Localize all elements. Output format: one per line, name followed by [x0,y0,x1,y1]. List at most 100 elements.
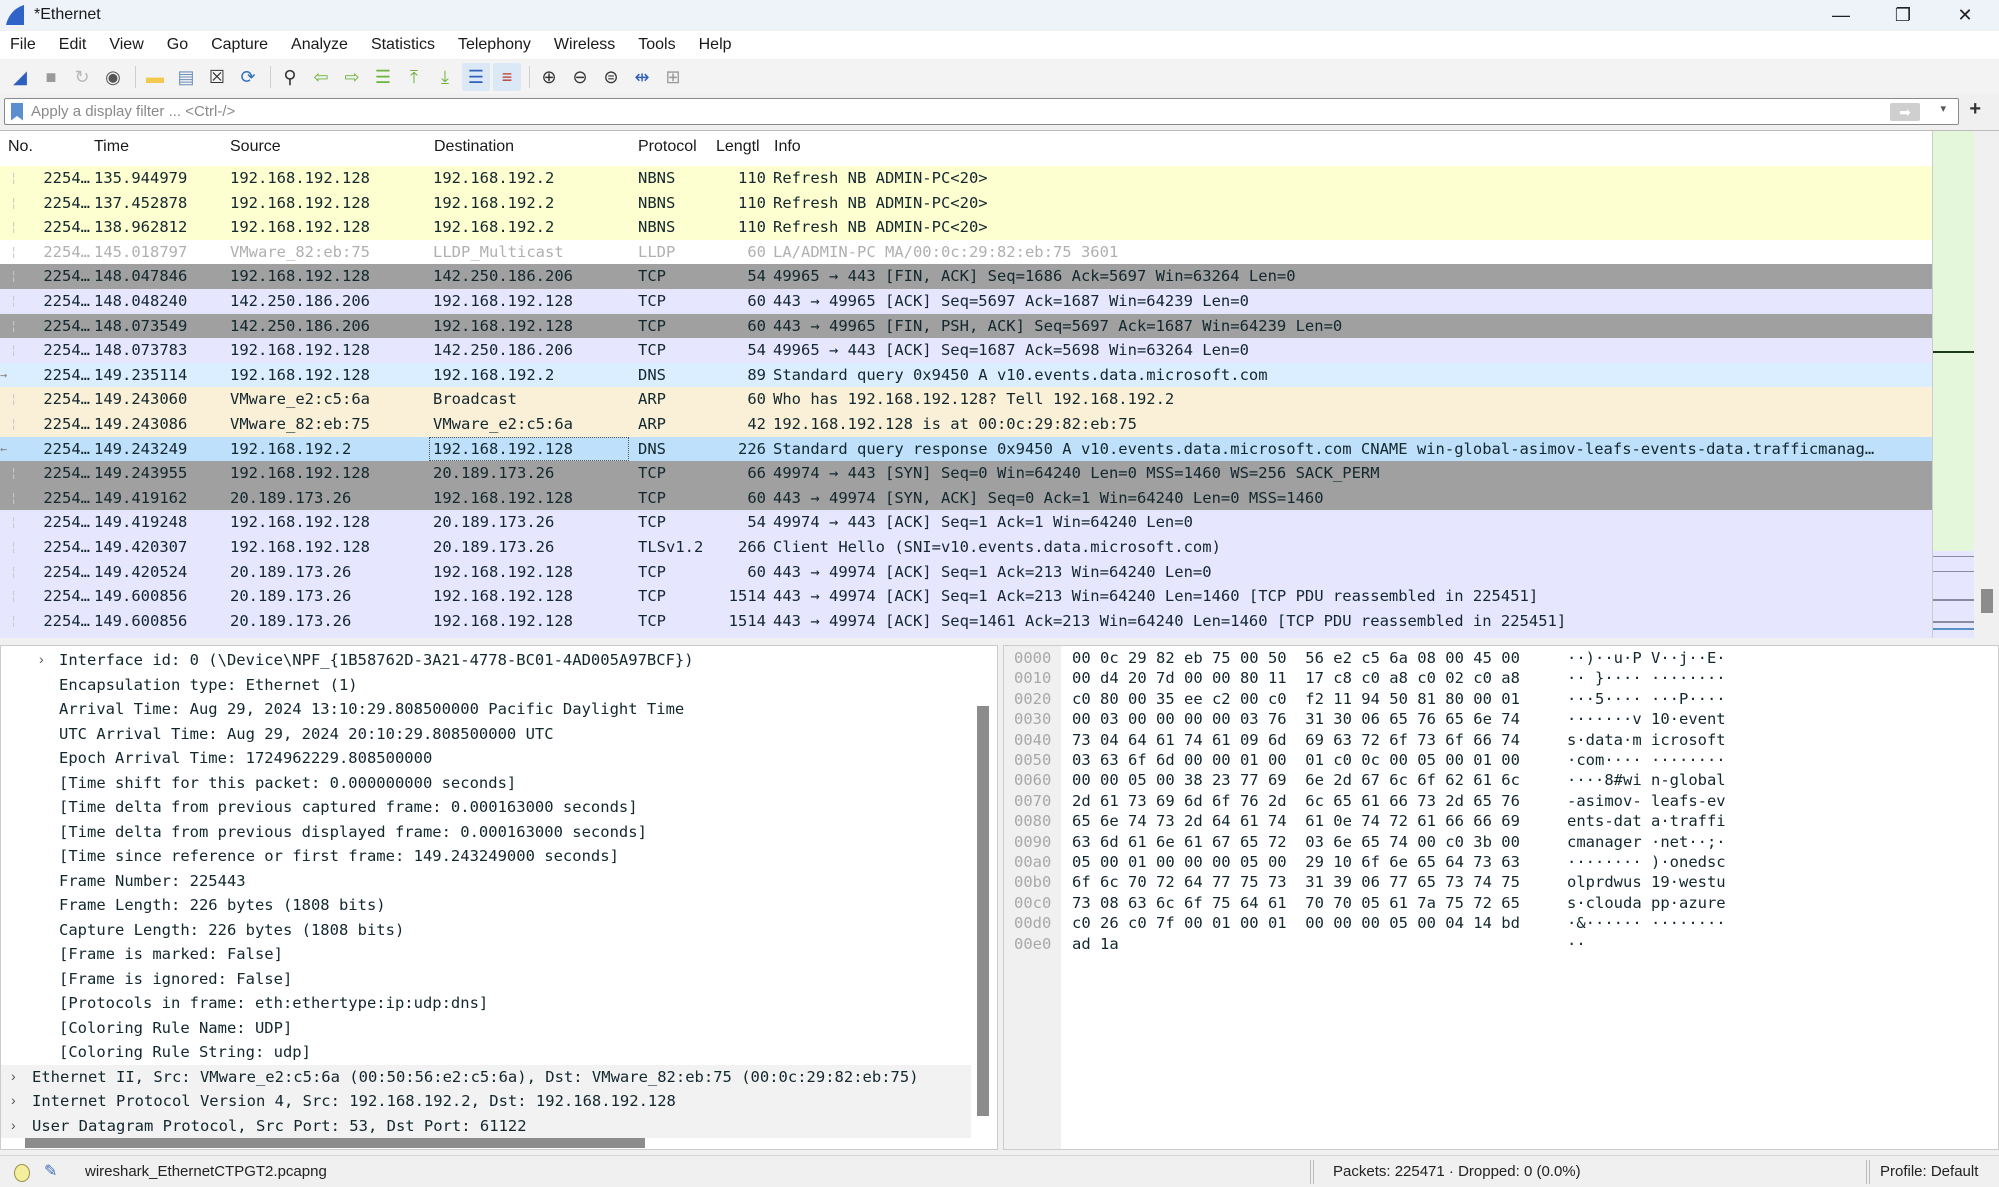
profile-status[interactable]: Profile: Default [1880,1163,1978,1180]
hex-bytes[interactable]: 05 00 01 00 00 00 05 00 29 10 6f 6e 65 6… [1072,852,1520,872]
hex-bytes[interactable]: 6f 6c 70 72 64 77 75 73 31 39 06 77 65 7… [1072,872,1520,892]
detail-field[interactable]: [Time delta from previous captured frame… [59,795,638,820]
hex-ascii[interactable]: ents-dat a·traffi [1567,811,1726,831]
column-header-destination[interactable]: Destination [434,138,514,156]
column-header-length[interactable]: Lengtl [716,138,760,156]
column-header-info[interactable]: Info [774,138,801,156]
protocol-tree-item[interactable]: Internet Protocol Version 4, Src: 192.16… [1,1089,971,1114]
detail-field[interactable]: Arrival Time: Aug 29, 2024 13:10:29.8085… [59,697,684,722]
hex-ascii[interactable]: s·data·m icrosoft [1567,730,1726,750]
hex-bytes[interactable]: 00 03 00 00 00 00 03 76 31 30 06 65 76 6… [1072,709,1520,729]
detail-field[interactable]: UTC Arrival Time: Aug 29, 2024 20:10:29.… [59,722,554,747]
expand-chevron-icon[interactable]: › [11,1117,16,1133]
hex-ascii[interactable]: -asimov- leafs-ev [1567,791,1726,811]
close-button[interactable]: ✕ [1934,0,1996,30]
hex-ascii[interactable]: ·······v 10·event [1567,709,1726,729]
expand-chevron-icon[interactable]: › [11,1092,16,1108]
packet-row[interactable]: 2254… 148.073549 142.250.186.206 192.168.19… [0,313,1932,339]
detail-field[interactable]: Interface id: 0 (\Device\NPF_{1B58762D-3… [59,648,694,673]
find-packet-button[interactable]: ⚲ [276,63,304,91]
hex-ascii[interactable]: ·· [1567,934,1586,954]
display-filter-input[interactable] [31,103,1831,120]
menu-statistics[interactable]: Statistics [371,36,435,54]
layout-button[interactable]: ⊞ [659,63,687,91]
hex-ascii[interactable]: ·com···· ········ [1567,750,1726,770]
bookmark-icon[interactable] [11,102,23,121]
hex-bytes[interactable]: 00 00 05 00 38 23 77 69 6e 2d 67 6c 6f 6… [1072,770,1520,790]
minimize-button[interactable]: — [1810,0,1872,30]
start-capture-button[interactable]: ◢ [6,63,34,91]
normal-size-button[interactable]: ⊜ [597,63,625,91]
hex-bytes[interactable]: 03 63 6f 6d 00 00 01 00 01 c0 0c 00 05 0… [1072,750,1520,770]
hex-bytes[interactable]: 00 0c 29 82 eb 75 00 50 56 e2 c5 6a 08 0… [1072,648,1520,668]
hex-bytes[interactable]: c0 80 00 35 ee c2 00 c0 f2 11 94 50 81 8… [1072,689,1520,709]
hex-bytes[interactable]: 73 08 63 6c 6f 75 64 61 70 70 05 61 7a 7… [1072,893,1520,913]
menu-telephony[interactable]: Telephony [458,36,531,54]
packet-row[interactable]: 2254… 148.047846 192.168.192.128 142.250.18… [0,264,1932,289]
restart-capture-button[interactable]: ↻ [68,63,96,91]
packet-row[interactable]: 2254… 135.944979 192.168.192.128 192.168.19… [0,166,1932,191]
detail-field[interactable]: [Protocols in frame: eth:ethertype:ip:ud… [59,991,488,1016]
packet-row[interactable]: 2254…149.60085620.189.173.26192.168.192.… [0,633,1932,638]
packet-row[interactable]: 2254…149.60085620.189.173.26192.168.192.… [0,584,1932,609]
details-vertical-scrollbar[interactable] [977,706,989,1116]
autoscroll-button[interactable]: ☰ [462,63,490,91]
hex-bytes[interactable]: 63 6d 61 6e 61 67 65 72 03 6e 65 74 00 c… [1072,832,1520,852]
protocol-tree-item[interactable]: User Datagram Protocol, Src Port: 53, Ds… [1,1113,971,1138]
packet-row[interactable]: 2254… 149.419248 192.168.192.128 20.189.173… [0,510,1932,535]
stop-capture-button[interactable]: ■ [37,63,65,91]
add-filter-button-button[interactable]: + [1969,98,1981,121]
expert-info-indicator-icon[interactable] [14,1164,30,1182]
column-header-time[interactable]: Time [94,138,129,156]
close-file-button[interactable]: ☒ [203,63,231,91]
go-to-packet-button[interactable]: ☰ [369,63,397,91]
packet-row[interactable]: 2254… 149.419162 20.189.173.26 192.168.192.… [0,485,1932,511]
column-header-no[interactable]: No. [8,138,33,156]
expand-chevron-icon[interactable]: › [11,1068,16,1084]
menu-wireless[interactable]: Wireless [554,36,615,54]
save-file-button[interactable]: ▤ [172,63,200,91]
detail-field[interactable]: [Time since reference or first frame: 14… [59,844,619,869]
detail-field[interactable]: [Coloring Rule Name: UDP] [59,1016,292,1041]
capture-options-button[interactable]: ◉ [99,63,127,91]
details-horizontal-scrollbar[interactable] [25,1137,645,1148]
hex-bytes[interactable]: 73 04 64 61 74 61 09 6d 69 63 72 6f 73 6… [1072,730,1520,750]
menu-go[interactable]: Go [167,36,188,54]
menu-edit[interactable]: Edit [59,36,87,54]
detail-field[interactable]: Frame Length: 226 bytes (1808 bits) [59,893,386,918]
detail-field[interactable]: [Frame is ignored: False] [59,967,292,992]
detail-field[interactable]: Encapsulation type: Ethernet (1) [59,673,358,698]
last-packet-button[interactable]: ⤓ [431,63,459,91]
hex-ascii[interactable]: olprdwus 19·westu [1567,872,1726,892]
go-forward-button[interactable]: ⇨ [338,63,366,91]
menu-analyze[interactable]: Analyze [291,36,348,54]
hex-ascii[interactable]: ········ )·onedsc [1567,852,1726,872]
packet-row[interactable]: 2254… 148.073783 192.168.192.128 142.250.18… [0,338,1932,363]
expand-chevron-icon[interactable]: › [39,651,44,667]
detail-field[interactable]: [Frame is marked: False] [59,942,283,967]
menu-view[interactable]: View [109,36,143,54]
detail-field[interactable]: Epoch Arrival Time: 1724962229.808500000 [59,746,432,771]
detail-field[interactable]: [Time delta from previous displayed fram… [59,820,647,845]
column-header-protocol[interactable]: Protocol [638,138,697,156]
resize-columns-button[interactable]: ⇹ [628,63,656,91]
maximize-button[interactable]: ❐ [1872,0,1934,30]
packet-row[interactable]: → 2254… 149.235114 192.168.192.128 192.168.1… [0,362,1932,388]
detail-field[interactable]: [Time shift for this packet: 0.000000000… [59,771,516,796]
filter-history-dropdown[interactable]: ▾ [1940,102,1946,115]
packet-row[interactable]: 2254… 149.243086 VMware_82:eb:75 VMware_e2:… [0,411,1932,437]
hex-ascii[interactable]: ·&······ ········ [1567,913,1726,933]
go-back-button[interactable]: ⇦ [307,63,335,91]
hex-ascii[interactable]: cmanager ·net··;· [1567,832,1726,852]
zoom-in-button[interactable]: ⊕ [535,63,563,91]
hex-ascii[interactable]: ···5···· ···P···· [1567,689,1726,709]
packet-row[interactable]: 2254…149.60085620.189.173.26192.168.192.… [0,608,1932,634]
detail-field[interactable]: Capture Length: 226 bytes (1808 bits) [59,918,404,943]
packet-row[interactable]: 2254… 149.243060 VMware_e2:c5:6a Broadcast A… [0,387,1932,412]
scrollbar-thumb[interactable] [1981,589,1993,613]
packet-row[interactable]: 2254… 137.452878 192.168.192.128 192.168.19… [0,190,1932,216]
reload-file-button[interactable]: ⟳ [234,63,262,91]
hex-bytes[interactable]: 65 6e 74 73 2d 64 61 74 61 0e 74 72 61 6… [1072,811,1520,831]
hex-ascii[interactable]: ····8#wi n-global [1567,770,1726,790]
apply-filter-button[interactable]: ➡ [1890,103,1920,121]
